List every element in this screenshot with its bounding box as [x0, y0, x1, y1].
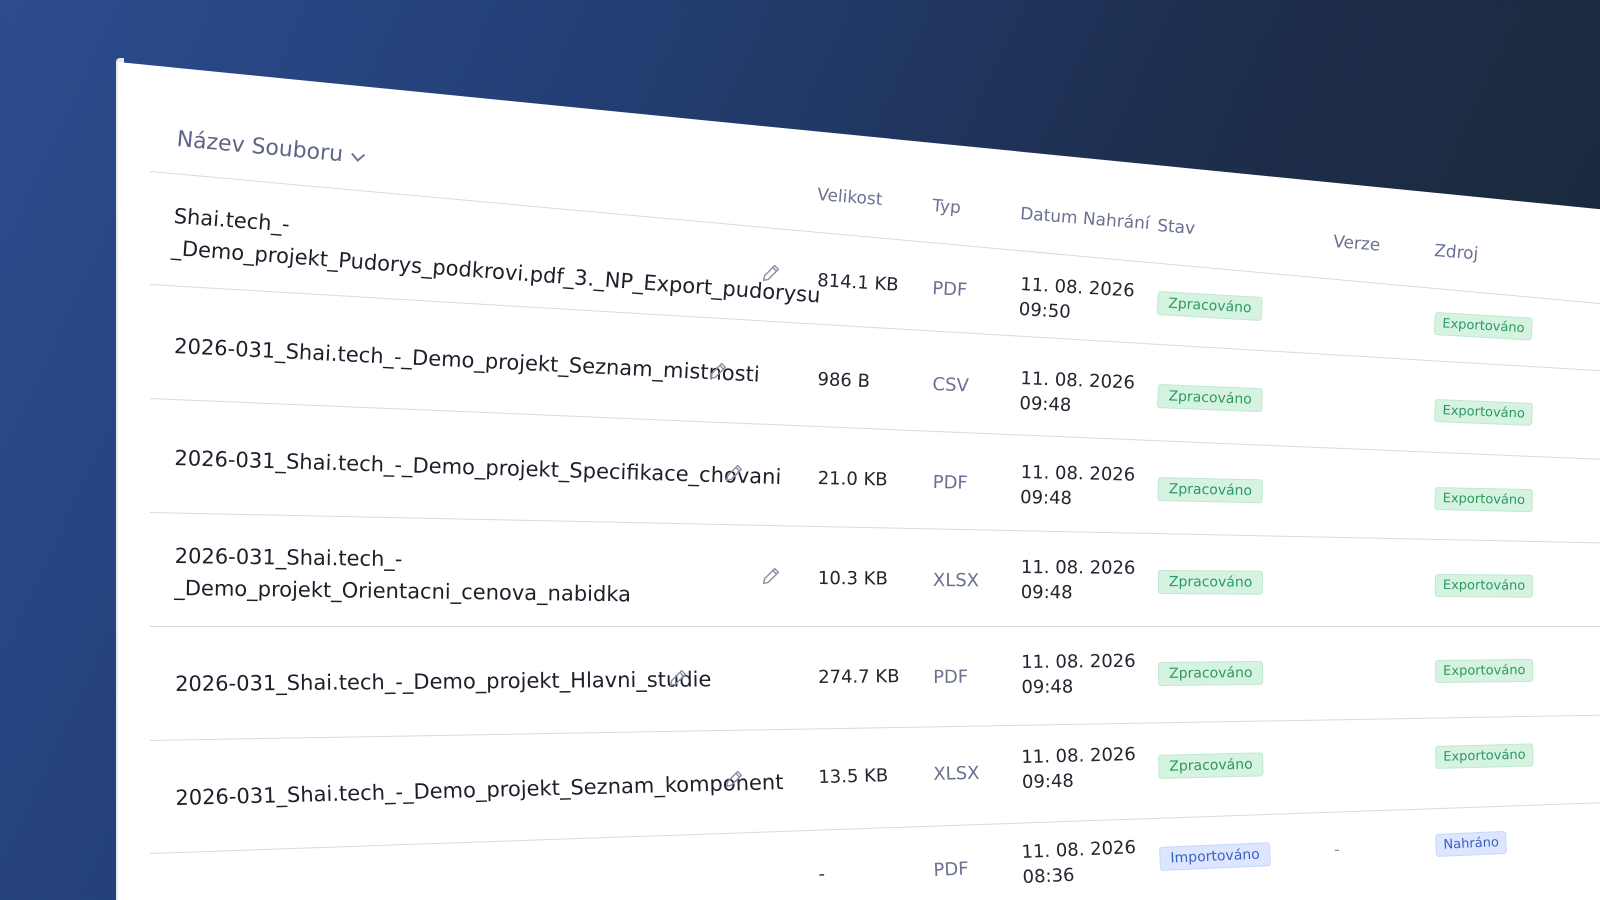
- file-name[interactable]: 2026-031_Shai.tech_- _Demo_projekt_Orien…: [174, 540, 632, 610]
- column-header-version[interactable]: Verze: [1332, 232, 1381, 256]
- pencil-icon[interactable]: [707, 360, 729, 382]
- file-type: XLSX: [932, 569, 980, 592]
- file-type: PDF: [933, 858, 970, 881]
- pencil-icon[interactable]: [723, 462, 745, 484]
- file-type: CSV: [932, 373, 970, 397]
- pencil-icon[interactable]: [760, 565, 782, 587]
- column-header-source[interactable]: Zdroj: [1433, 241, 1479, 264]
- file-type: PDF: [933, 666, 969, 688]
- pencil-icon[interactable]: [667, 667, 689, 689]
- column-header-type[interactable]: Typ: [931, 196, 961, 218]
- status-badge: Zpracováno: [1157, 570, 1264, 595]
- upload-date: 11. 08. 2026 09:48: [1020, 556, 1136, 604]
- file-size: 21.0 KB: [817, 467, 888, 491]
- file-name[interactable]: 2026-031_Shai.tech_-_Demo_projekt_Hlavni…: [175, 663, 712, 700]
- status-badge: Importováno: [1159, 842, 1272, 871]
- source-badge: Exportováno: [1434, 487, 1534, 513]
- file-size: 10.3 KB: [817, 567, 888, 590]
- file-size: 986 B: [817, 368, 871, 393]
- file-type: XLSX: [933, 762, 980, 785]
- upload-date: 11. 08. 2026 09:50: [1018, 273, 1136, 323]
- source-badge: Nahráno: [1435, 830, 1508, 857]
- file-size: -: [818, 863, 826, 885]
- upload-date: 11. 08. 2026 09:48: [1019, 367, 1136, 417]
- upload-date: 11. 08. 2026 09:48: [1019, 461, 1136, 510]
- source-badge: Exportováno: [1435, 658, 1534, 683]
- file-type: PDF: [931, 277, 968, 301]
- status-badge: Zpracováno: [1158, 752, 1264, 779]
- file-size: 814.1 KB: [816, 269, 900, 296]
- pencil-icon[interactable]: [723, 768, 745, 790]
- file-type: PDF: [932, 471, 969, 494]
- source-badge: Exportováno: [1435, 743, 1534, 769]
- upload-date: 11. 08. 2026 08:36: [1021, 837, 1137, 888]
- source-badge: Exportováno: [1434, 574, 1534, 598]
- row-divider: [150, 626, 1600, 627]
- status-badge: Zpracováno: [1157, 477, 1264, 504]
- file-size: 13.5 KB: [818, 765, 889, 788]
- file-size: 274.7 KB: [818, 666, 900, 688]
- upload-date: 11. 08. 2026 09:48: [1021, 650, 1136, 698]
- status-badge: Zpracováno: [1157, 384, 1264, 413]
- pencil-icon[interactable]: [760, 262, 782, 284]
- source-badge: Exportováno: [1434, 399, 1534, 426]
- column-header-status[interactable]: Stav: [1156, 216, 1195, 239]
- status-badge: Zpracováno: [1158, 660, 1264, 686]
- version-value: -: [1334, 840, 1340, 859]
- upload-date: 11. 08. 2026 09:48: [1021, 744, 1137, 793]
